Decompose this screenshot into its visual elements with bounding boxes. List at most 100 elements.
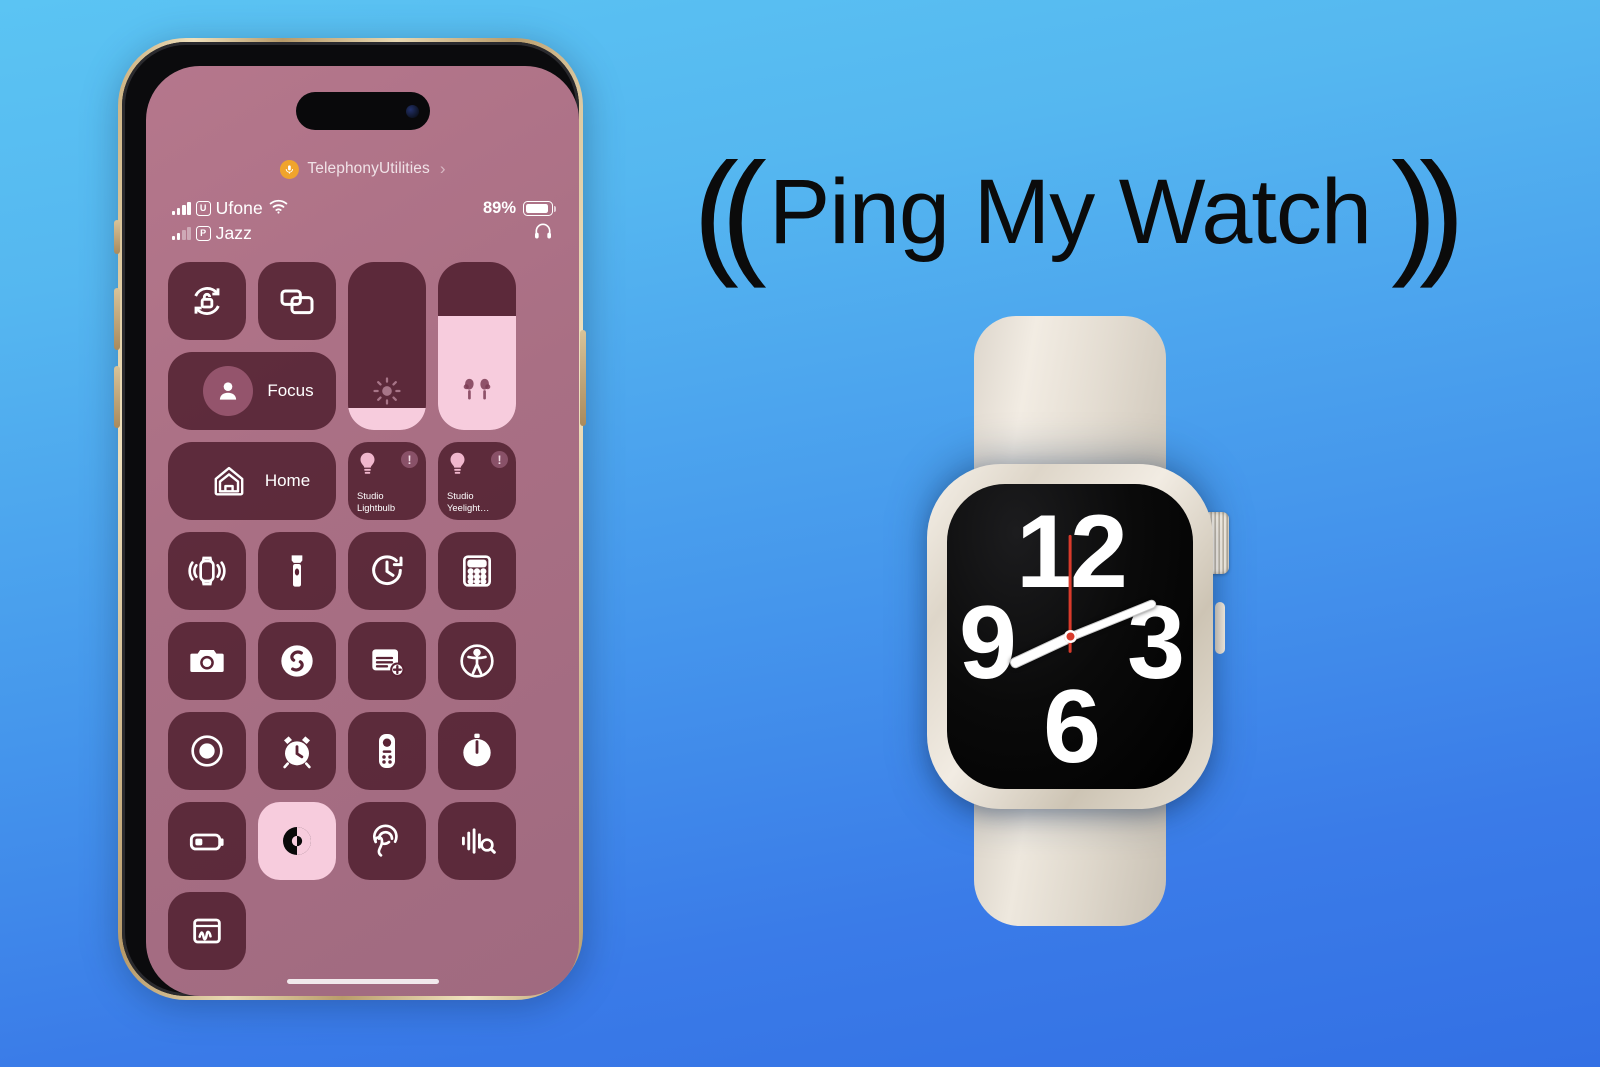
watch-hour-hand	[1007, 631, 1073, 670]
lightbulb-icon	[450, 452, 465, 474]
dynamic-island[interactable]	[295, 92, 430, 130]
alarm-button[interactable]	[258, 712, 336, 790]
person-icon	[203, 366, 254, 416]
phone-body: TelephonyUtilities › U Ufone 89% P Jazz …	[122, 42, 579, 996]
accessory-warning-badge: !	[401, 451, 418, 468]
volume-slider[interactable]	[438, 262, 516, 430]
cc-row-top: Focus	[168, 262, 557, 430]
rotation-lock-icon	[194, 287, 220, 315]
alarm-clock-icon	[283, 736, 311, 769]
stopwatch-icon	[463, 733, 491, 767]
iphone-mockup: TelephonyUtilities › U Ufone 89% P Jazz …	[110, 30, 590, 1010]
app-activity-pill[interactable]: TelephonyUtilities ›	[279, 159, 445, 179]
stocks-icon	[193, 918, 221, 944]
ear-icon	[373, 824, 398, 857]
accessory-tile-studio-yeelight[interactable]: ! Studio Yeelight…	[438, 442, 516, 520]
calculator-icon	[463, 555, 491, 587]
app-pill-label: TelephonyUtilities	[307, 160, 430, 177]
cc-row-4	[168, 802, 557, 880]
battery-low-icon	[189, 833, 224, 851]
brightness-fill	[348, 408, 426, 430]
shazam-button[interactable]	[258, 622, 336, 700]
accessory-warning-badge: !	[491, 451, 508, 468]
battery-percent: 89%	[482, 199, 516, 217]
focus-button[interactable]: Focus	[168, 352, 336, 430]
airpods-icon	[438, 374, 516, 408]
page-title: (( Ping My Watch ))	[655, 140, 1485, 285]
watch-hand-hub	[1063, 630, 1077, 643]
volume-up-button[interactable]	[114, 288, 120, 350]
stopwatch-button[interactable]	[438, 712, 516, 790]
control-center-grid: Focus Home ! Studio Lightbulb ! Studio Y…	[168, 262, 557, 982]
phone-screen: TelephonyUtilities › U Ufone 89% P Jazz …	[146, 66, 579, 996]
cc-row-2	[168, 622, 557, 700]
watch-case: 12 3 6 9	[927, 464, 1213, 809]
microphone-icon	[279, 159, 299, 179]
low-power-mode-button[interactable]	[168, 802, 246, 880]
carrier-name-sim2: Jazz	[215, 223, 253, 243]
focus-label: Focus	[267, 381, 314, 400]
quick-note-button[interactable]	[348, 622, 426, 700]
lightbulb-icon	[360, 452, 375, 474]
cc-row-3	[168, 712, 557, 790]
stocks-widget-button[interactable]	[168, 892, 246, 970]
accessory-tile-studio-lightbulb[interactable]: ! Studio Lightbulb	[348, 442, 426, 520]
signal-bars-sim2	[172, 227, 191, 240]
ping-arc-right-icon: ))	[1391, 135, 1465, 290]
accessory-label: Studio Yeelight…	[447, 490, 490, 513]
brightness-slider[interactable]	[348, 262, 426, 430]
watch-numeral-9: 9	[959, 584, 1017, 701]
silent-switch[interactable]	[114, 220, 120, 254]
camera-button[interactable]	[168, 622, 246, 700]
status-row-sim1: U Ufone 89%	[172, 196, 556, 221]
volume-fill	[438, 315, 516, 430]
apple-tv-remote-button[interactable]	[348, 712, 426, 790]
volume-down-button[interactable]	[114, 366, 120, 428]
hearing-button[interactable]	[348, 802, 426, 880]
battery-icon	[523, 201, 556, 216]
status-row-sim2: P Jazz	[172, 221, 553, 246]
sim2-badge: P	[195, 226, 211, 241]
calculator-button[interactable]	[438, 532, 516, 610]
chevron-right-icon[interactable]: ›	[440, 159, 446, 179]
home-label: Home	[264, 471, 311, 490]
cc-row-home: Home ! Studio Lightbulb ! Studio Yeeligh…	[168, 442, 557, 520]
ping-watch-icon	[188, 556, 226, 586]
ping-arc-left-icon: ((	[692, 135, 767, 290]
ping-my-watch-button[interactable]	[168, 532, 246, 610]
screen-record-icon	[191, 735, 223, 767]
rotation-lock-button[interactable]	[168, 262, 246, 340]
sim1-badge: U	[195, 201, 211, 216]
timer-button[interactable]	[348, 532, 426, 610]
side-button[interactable]	[1215, 602, 1225, 654]
page-title-text: Ping My Watch	[768, 161, 1372, 263]
cc-row-5	[168, 892, 557, 970]
home-button[interactable]: Home	[168, 442, 336, 520]
brightness-icon	[348, 374, 426, 408]
quick-note-icon	[372, 649, 405, 677]
dark-mode-button[interactable]	[258, 802, 336, 880]
camera-icon	[190, 650, 224, 672]
screen-mirroring-icon	[280, 289, 314, 315]
carrier-name-sim1: Ufone	[215, 198, 263, 218]
house-icon	[207, 459, 251, 503]
screen-mirroring-button[interactable]	[258, 262, 336, 340]
cc-row-1	[168, 532, 557, 610]
apple-watch-mockup: 12 3 6 9	[905, 316, 1235, 926]
sound-recognition-button[interactable]	[438, 802, 516, 880]
accessory-label: Studio Lightbulb	[357, 490, 396, 513]
power-button[interactable]	[580, 330, 586, 426]
remote-icon	[379, 734, 395, 768]
timer-icon	[372, 555, 403, 586]
accessibility-button[interactable]	[438, 622, 516, 700]
status-bar: U Ufone 89% P Jazz	[172, 196, 556, 246]
flashlight-button[interactable]	[258, 532, 336, 610]
shazam-icon	[281, 645, 313, 677]
home-indicator[interactable]	[286, 978, 439, 984]
watch-screen[interactable]: 12 3 6 9	[947, 484, 1193, 789]
front-camera-icon	[405, 104, 419, 118]
signal-bars-sim1	[172, 202, 191, 215]
flashlight-icon	[291, 555, 303, 587]
wifi-icon	[268, 199, 289, 219]
screen-record-button[interactable]	[168, 712, 246, 790]
